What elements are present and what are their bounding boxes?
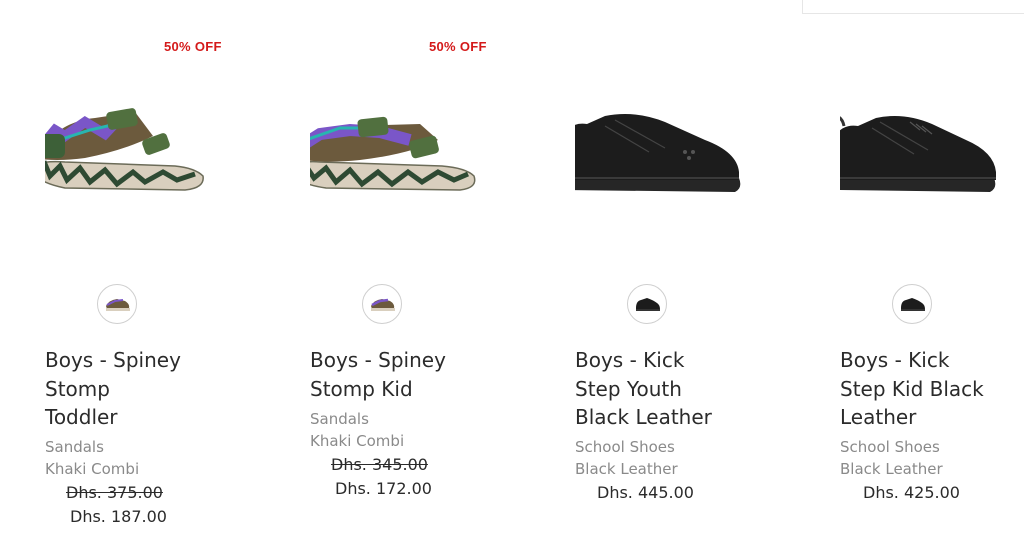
product-name[interactable]: Boys - Spiney Stomp Kid xyxy=(310,346,460,403)
product-name-line: Toddler xyxy=(45,405,118,429)
product-name-line: Stomp xyxy=(45,376,110,401)
product-color: Khaki Combi xyxy=(45,460,140,478)
price: Dhs. 425.00 xyxy=(863,483,960,502)
product-name-line: Boys - Kick xyxy=(840,348,950,372)
price: Dhs. 445.00 xyxy=(597,483,694,502)
product-name-line: Boys - Spiney xyxy=(45,348,181,372)
shoe-swatch-icon xyxy=(901,298,925,311)
color-swatch[interactable] xyxy=(97,284,137,324)
product-category: Sandals xyxy=(310,410,369,428)
product-name[interactable]: Boys - Kick Step Kid Black Leather xyxy=(840,346,990,432)
color-swatch[interactable] xyxy=(627,284,667,324)
color-swatch[interactable] xyxy=(892,284,932,324)
product-name[interactable]: Boys - Spiney Stomp Toddler xyxy=(45,346,195,432)
product-card[interactable]: Boys - Kick Step Kid Black Leather Schoo… xyxy=(840,0,1024,552)
product-name-line: Stomp Kid xyxy=(310,376,413,401)
product-name[interactable]: Boys - Kick Step Youth Black Leather xyxy=(575,346,725,432)
product-card[interactable]: 50% OFF Boys - Spiney Stomp Kid Sandals … xyxy=(310,0,550,552)
original-price: Dhs. 345.00 xyxy=(331,455,428,474)
product-color: Khaki Combi xyxy=(310,432,405,450)
product-image[interactable] xyxy=(45,100,285,200)
shoe-icon xyxy=(840,116,996,192)
product-image[interactable] xyxy=(310,100,550,200)
product-category: School Shoes xyxy=(575,438,675,456)
sandal-swatch-icon xyxy=(106,299,130,311)
sandal-icon xyxy=(310,116,476,191)
color-swatch[interactable] xyxy=(362,284,402,324)
product-name-line: Step Kid Black xyxy=(840,376,984,401)
product-card[interactable]: Boys - Kick Step Youth Black Leather Sch… xyxy=(575,0,815,552)
product-image[interactable] xyxy=(840,100,1024,200)
original-price: Dhs. 375.00 xyxy=(66,483,163,502)
product-grid: 50% OFF Boys - Spiney Stomp Toddler Sand… xyxy=(0,0,1024,552)
product-category: School Shoes xyxy=(840,438,940,456)
discount-badge: 50% OFF xyxy=(164,39,222,54)
product-name-line: Leather xyxy=(840,405,917,429)
product-category: Sandals xyxy=(45,438,104,456)
product-color: Black Leather xyxy=(840,460,943,478)
sale-price: Dhs. 187.00 xyxy=(70,507,167,526)
product-name-line: Black Leather xyxy=(575,405,712,429)
sandal-icon xyxy=(45,108,204,191)
shoe-swatch-icon xyxy=(636,298,660,311)
product-name-line: Boys - Spiney xyxy=(310,348,446,372)
product-name-line: Boys - Kick xyxy=(575,348,685,372)
sandal-swatch-icon xyxy=(371,298,395,311)
discount-badge: 50% OFF xyxy=(429,39,487,54)
product-image[interactable] xyxy=(575,100,815,200)
shoe-icon xyxy=(575,114,741,192)
sale-price: Dhs. 172.00 xyxy=(335,479,432,498)
product-name-line: Step Youth xyxy=(575,376,682,401)
product-color: Black Leather xyxy=(575,460,678,478)
product-card[interactable]: 50% OFF Boys - Spiney Stomp Toddler Sand… xyxy=(45,0,285,552)
